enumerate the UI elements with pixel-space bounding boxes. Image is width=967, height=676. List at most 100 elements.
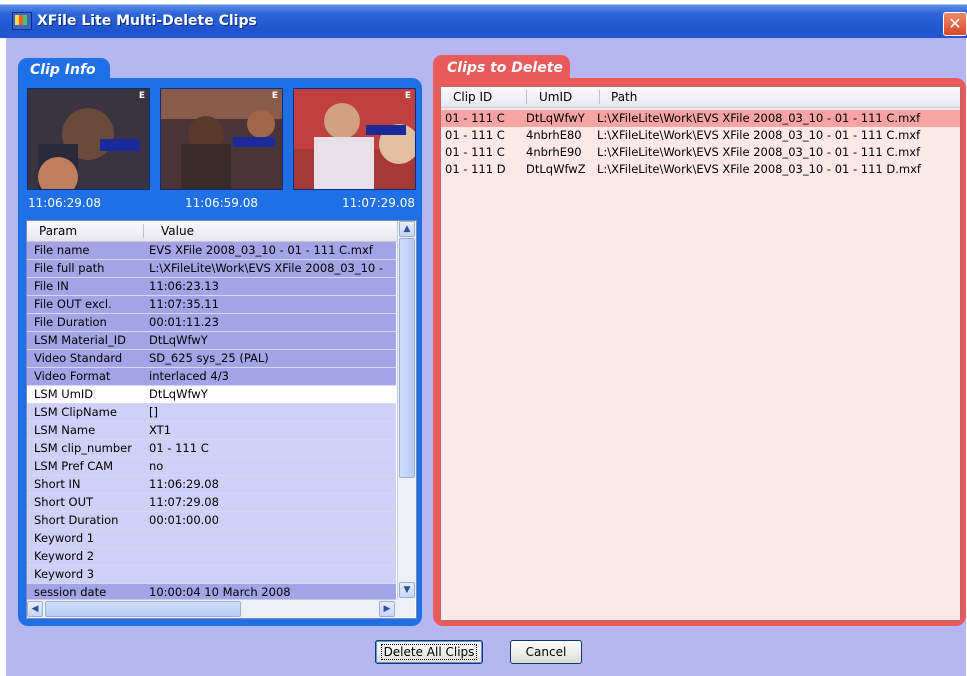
param-name: LSM Pref CAM	[34, 459, 114, 473]
grid-row[interactable]: LSM ClipName []	[27, 404, 396, 422]
param-name: File name	[34, 243, 90, 257]
clip-row[interactable]: 01 - 111 C DtLqWfwY L:\XFileLite\Work\EVS …	[441, 110, 960, 127]
scroll-down-icon[interactable]: ▼	[399, 582, 415, 598]
param-value: DtLqWfwY	[149, 333, 208, 347]
column-divider[interactable]	[143, 224, 144, 238]
clips-to-delete-tab[interactable]: Clips to Delete	[433, 55, 570, 81]
param-value: SD_625 sys_25 (PAL)	[149, 351, 269, 365]
grid-header: Param Value	[27, 221, 397, 242]
column-header-umid[interactable]: UmID	[539, 90, 572, 104]
grid-row[interactable]: LSM Material_ID DtLqWfwY	[27, 332, 396, 350]
grid-row[interactable]: Keyword 2	[27, 548, 396, 566]
clip-param-grid[interactable]: Param Value File name EVS XFile 2008_03_1…	[26, 220, 417, 619]
param-name: File full path	[34, 261, 105, 275]
cancel-button[interactable]: Cancel	[510, 640, 582, 664]
grid-row[interactable]: File name EVS XFile 2008_03_10 - 01 - 111…	[27, 242, 396, 260]
thumbnail-timecode: 11:06:59.08	[185, 196, 258, 210]
param-value: interlaced 4/3	[149, 369, 229, 383]
param-name: Video Standard	[34, 351, 123, 365]
param-value: 11:06:29.08	[149, 477, 219, 491]
column-header-value[interactable]: Value	[161, 224, 194, 238]
clip-row[interactable]: 01 - 111 D DtLqWfwZ L:\XFileLite\Work\EVS …	[441, 161, 960, 178]
title-bar[interactable]: XFile Lite Multi-Delete Clips ✕	[0, 0, 967, 38]
grid-row[interactable]: Video Standard SD_625 sys_25 (PAL)	[27, 350, 396, 368]
vertical-scrollbar[interactable]: ▲ ▼	[397, 221, 416, 599]
grid-row[interactable]: Short IN 11:06:29.08	[27, 476, 396, 494]
column-header-clip-id[interactable]: Clip ID	[453, 90, 492, 104]
thumbnail-image	[294, 89, 415, 189]
param-name: Keyword 3	[34, 567, 95, 581]
path-cell: L:\XFileLite\Work\EVS XFile 2008_03_10 -…	[597, 111, 921, 125]
thumbnail-timecode: 11:07:29.08	[342, 196, 415, 210]
thumbnail-timecode: 11:06:29.08	[28, 196, 101, 210]
param-value: L:\XFileLite\Work\EVS XFile 2008_03_10 -	[149, 261, 384, 275]
column-header-path[interactable]: Path	[611, 90, 637, 104]
param-value: XT1	[149, 423, 172, 437]
param-name: Short OUT	[34, 495, 94, 509]
clip-info-tab[interactable]: Clip Info	[18, 58, 110, 82]
column-divider[interactable]	[599, 90, 600, 104]
clip-id-cell: 01 - 111 C	[445, 111, 505, 125]
grid-row[interactable]: LSM Pref CAM no	[27, 458, 396, 476]
grid-row[interactable]: LSM clip_number 01 - 111 C	[27, 440, 396, 458]
param-value: 11:07:35.11	[149, 297, 219, 311]
param-name: Keyword 1	[34, 531, 95, 545]
thumbnail-badge: E	[271, 91, 278, 101]
clip-id-cell: 01 - 111 C	[445, 145, 505, 159]
param-name: Keyword 2	[34, 549, 95, 563]
thumbnail-image	[28, 89, 149, 189]
param-name: session date	[34, 585, 107, 599]
grid-row[interactable]: File Duration 00:01:11.23	[27, 314, 396, 332]
clip-thumbnail: E	[160, 88, 283, 190]
scroll-left-icon[interactable]: ◀	[27, 601, 43, 617]
umid-cell: 4nbrhE90	[526, 145, 582, 159]
thumbnail-badge: E	[404, 91, 411, 101]
scroll-up-icon[interactable]: ▲	[399, 221, 415, 237]
param-value: EVS XFile 2008_03_10 - 01 - 111 C.mxf	[149, 243, 373, 257]
param-name: Short IN	[34, 477, 81, 491]
grid-row[interactable]: Short OUT 11:07:29.08	[27, 494, 396, 512]
list-header: Clip ID UmID Path	[441, 87, 960, 108]
thumbnail-image	[161, 89, 282, 189]
vertical-scroll-thumb[interactable]	[399, 238, 415, 478]
grid-row[interactable]: File IN 11:06:23.13	[27, 278, 396, 296]
param-name: Video Format	[34, 369, 111, 383]
clips-to-delete-list[interactable]: Clip ID UmID Path 01 - 111 C DtLqWfwY L:\X…	[440, 86, 961, 621]
column-divider[interactable]	[526, 90, 527, 104]
horizontal-scroll-thumb[interactable]	[45, 601, 241, 617]
clip-row[interactable]: 01 - 111 C 4nbrhE90 L:\XFileLite\Work\EVS …	[441, 144, 960, 161]
umid-cell: DtLqWfwY	[526, 111, 585, 125]
param-value: 00:01:11.23	[149, 315, 219, 329]
grid-row[interactable]: Keyword 1	[27, 530, 396, 548]
clip-id-cell: 01 - 111 C	[445, 128, 505, 142]
grid-row[interactable]: Keyword 3	[27, 566, 396, 584]
grid-rows: File name EVS XFile 2008_03_10 - 01 - 111…	[27, 242, 396, 618]
param-name: File OUT excl.	[34, 297, 112, 311]
param-name: File IN	[34, 279, 69, 293]
grid-row[interactable]: LSM Name XT1	[27, 422, 396, 440]
grid-row[interactable]: File full path L:\XFileLite\Work\EVS XFil…	[27, 260, 396, 278]
delete-all-clips-label: Delete All Clips	[380, 644, 478, 660]
grid-row[interactable]: LSM UmID DtLqWfwY	[27, 386, 396, 404]
close-button[interactable]: ✕	[943, 12, 967, 36]
param-name: LSM UmID	[34, 387, 94, 401]
path-cell: L:\XFileLite\Work\EVS XFile 2008_03_10 -…	[597, 128, 921, 142]
clip-row[interactable]: 01 - 111 C 4nbrhE80 L:\XFileLite\Work\EVS …	[441, 127, 960, 144]
clip-thumbnail: E	[293, 88, 416, 190]
param-value: DtLqWfwY	[149, 387, 208, 401]
path-cell: L:\XFileLite\Work\EVS XFile 2008_03_10 -…	[597, 162, 921, 176]
horizontal-scrollbar[interactable]: ◀ ▶	[27, 599, 397, 618]
grid-row[interactable]: Video Format interlaced 4/3	[27, 368, 396, 386]
param-value: 11:06:23.13	[149, 279, 219, 293]
column-header-param[interactable]: Param	[39, 224, 77, 238]
umid-cell: DtLqWfwZ	[526, 162, 586, 176]
grid-row[interactable]: File OUT excl. 11:07:35.11	[27, 296, 396, 314]
delete-all-clips-button[interactable]: Delete All Clips	[375, 640, 483, 664]
scroll-corner	[397, 599, 415, 617]
scroll-right-icon[interactable]: ▶	[379, 601, 395, 617]
clip-id-cell: 01 - 111 D	[445, 162, 506, 176]
window-title: XFile Lite Multi-Delete Clips	[37, 13, 257, 29]
clip-thumbnail: E	[27, 88, 150, 190]
grid-row[interactable]: Short Duration 00:01:00.00	[27, 512, 396, 530]
param-value: no	[149, 459, 164, 473]
